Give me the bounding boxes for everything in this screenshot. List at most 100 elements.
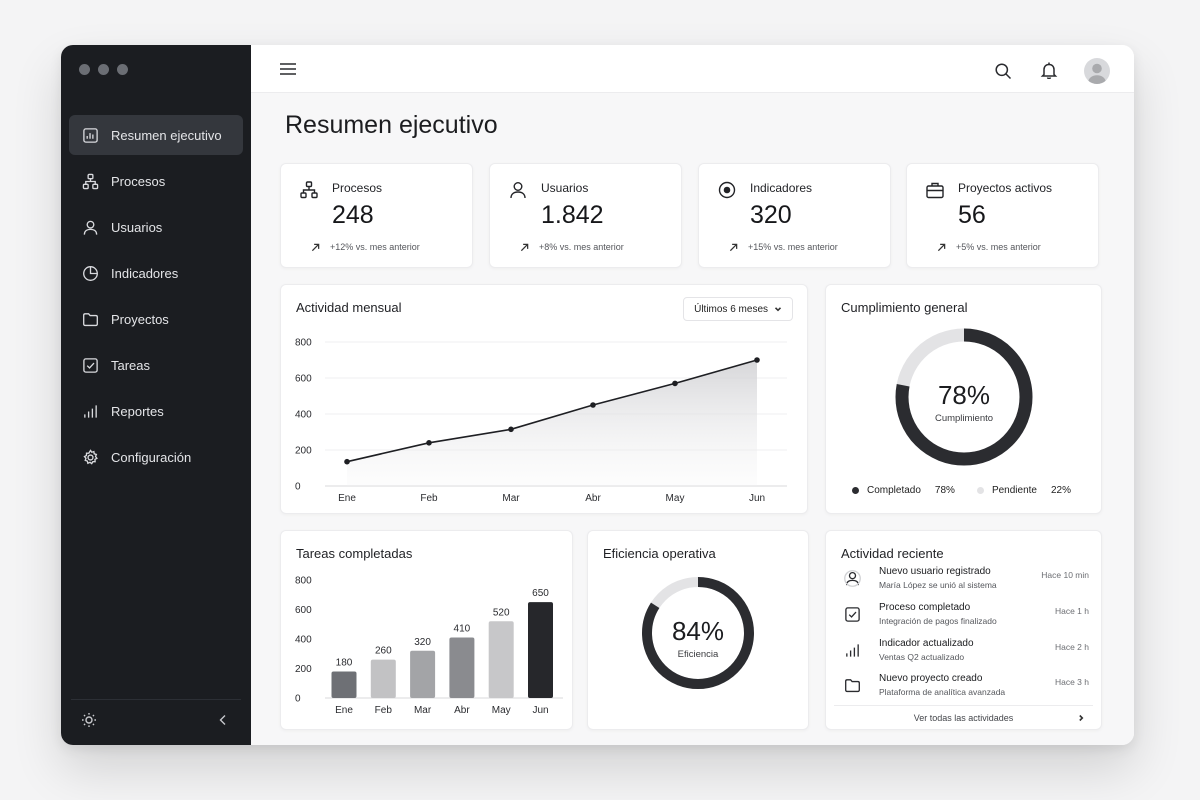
trend-up-icon (937, 243, 946, 251)
x-tick-label: Mar (502, 493, 520, 504)
sidebar-item-reportes[interactable]: Reportes (69, 391, 243, 431)
kpi-label: Indicadores (750, 181, 813, 195)
legend-item-pendiente: Pendiente 22% (976, 485, 1071, 496)
sidebar-footer (71, 699, 241, 745)
sidebar-item-configuracion[interactable]: Configuración (69, 437, 243, 477)
close-window-dot[interactable] (79, 64, 90, 75)
activity-subtitle: Integración de pagos finalizado (879, 616, 997, 626)
bar (410, 650, 436, 698)
collapse-sidebar-icon[interactable] (215, 712, 231, 733)
chevron-right-icon (1079, 714, 1084, 721)
target-icon (717, 180, 737, 200)
kpi-trend-text: +8% vs. mes anterior (539, 242, 624, 252)
x-tick-label: Feb (420, 493, 438, 504)
y-tick-label: 200 (295, 446, 312, 457)
sidebar-item-resumen-ejecutivo[interactable]: Resumen ejecutivo (69, 115, 243, 155)
network-icon (299, 180, 319, 200)
kpi-label: Procesos (332, 181, 383, 195)
legend-swatch-completado (852, 487, 859, 494)
activity-item[interactable]: Nuevo proyecto creado Plataforma de anal… (841, 673, 1089, 703)
maximize-window-dot[interactable] (117, 64, 128, 75)
bars-icon (844, 642, 862, 660)
y-tick-label: 200 (295, 664, 312, 675)
kpi-value: 320 (750, 201, 792, 229)
search-icon[interactable] (994, 62, 1012, 80)
x-tick-label: Abr (585, 493, 601, 504)
legend-label: Pendiente (991, 485, 1037, 496)
hamburger-menu-icon[interactable] (279, 61, 297, 77)
sidebar-item-label: Configuración (111, 449, 192, 465)
y-tick-label: 600 (295, 605, 312, 616)
see-all-activities-link[interactable]: Ver todas las actividades (834, 705, 1093, 729)
y-tick-label: 400 (295, 635, 312, 646)
sidebar-item-label: Proyectos (111, 311, 169, 327)
compliance-legend: Completado 78% Pendiente 22% (852, 485, 1071, 496)
trend-up-icon (729, 243, 738, 251)
sidebar-item-procesos[interactable]: Procesos (69, 161, 243, 201)
y-tick-label: 400 (295, 410, 312, 421)
kpi-value: 1.842 (541, 201, 604, 229)
y-tick-label: 0 (295, 482, 301, 493)
monthly-activity-chart: 0 200 400 600 800 Ene Feb Mar Abr May Jun (295, 338, 787, 504)
trend-up-icon (311, 243, 320, 251)
kpi-card-procesos[interactable]: Procesos 248 +12% vs. mes anterior (280, 163, 473, 268)
sidebar-item-label: Resumen ejecutivo (111, 127, 222, 143)
folder-icon (844, 677, 862, 695)
efficiency-card: Eficiencia operativa 84% Eficiencia (587, 530, 809, 730)
folder-icon (81, 310, 99, 328)
activity-title: Nuevo proyecto creado (879, 673, 983, 684)
sidebar-item-tareas[interactable]: Tareas (69, 345, 243, 385)
legend-value: 22% (1050, 485, 1071, 496)
kpi-trend: +12% vs. mes anterior (311, 242, 420, 252)
kpi-trend-text: +15% vs. mes anterior (748, 242, 838, 252)
bar (528, 602, 553, 698)
completed-tasks-chart: 0 200 400 600 800 180 Ene 260 Feb 320 Mar 410 Abr 520… (295, 576, 563, 716)
kpi-card-proyectos-activos[interactable]: Proyectos activos 56 +5% vs. mes anterio… (906, 163, 1099, 268)
card-title: Actividad reciente (841, 546, 944, 561)
x-tick-label: Ene (338, 493, 356, 504)
activity-subtitle: Ventas Q2 actualizado (879, 652, 965, 662)
bar-value-label: 260 (375, 646, 392, 657)
bar (488, 621, 514, 698)
x-tick-label: May (492, 705, 511, 716)
legend-label: Completado (867, 485, 921, 496)
kpi-label: Usuarios (541, 181, 589, 195)
x-tick-label: Abr (454, 705, 470, 716)
x-tick-label: May (666, 493, 685, 504)
kpi-card-indicadores[interactable]: Indicadores 320 +15% vs. mes anterior (698, 163, 891, 268)
see-all-label: Ver todas las actividades (913, 712, 1014, 723)
activity-item[interactable]: Proceso completado Integración de pagos … (841, 602, 1089, 632)
y-tick-label: 800 (295, 576, 312, 587)
recent-activity-card: Actividad reciente Nuevo usuario registr… (825, 530, 1102, 730)
window-controls (79, 64, 128, 75)
briefcase-icon (925, 180, 945, 200)
avatar[interactable] (1084, 58, 1110, 84)
sidebar-item-proyectos[interactable]: Proyectos (69, 299, 243, 339)
kpi-label: Proyectos activos (958, 181, 1053, 195)
series-area (347, 360, 757, 486)
bar-value-label: 520 (493, 607, 510, 618)
legend-value: 78% (934, 485, 955, 496)
data-point (426, 440, 432, 446)
bar (449, 637, 475, 698)
page-title: Resumen ejecutivo (285, 111, 498, 139)
minimize-window-dot[interactable] (98, 64, 109, 75)
data-point (344, 458, 350, 465)
bar-value-label: 320 (414, 637, 431, 648)
activity-item[interactable]: Indicador actualizado Ventas Q2 actualiz… (841, 638, 1089, 668)
activity-item[interactable]: Nuevo usuario registrado María López se … (841, 566, 1089, 596)
compliance-caption: Cumplimiento (935, 413, 993, 424)
activity-title: Proceso completado (879, 602, 971, 613)
y-tick-label: 0 (295, 694, 301, 705)
bell-icon[interactable] (1040, 61, 1058, 79)
kpi-card-usuarios[interactable]: Usuarios 1.842 +8% vs. mes anterior (489, 163, 682, 268)
activity-time: Hace 3 h (1054, 677, 1089, 687)
compliance-donut-chart: 78% Cumplimiento (895, 328, 1033, 466)
x-tick-label: Ene (335, 705, 353, 716)
x-tick-label: Mar (414, 705, 432, 716)
checkbox-icon (844, 606, 862, 624)
sidebar-item-indicadores[interactable]: Indicadores (69, 253, 243, 293)
sidebar-item-usuarios[interactable]: Usuarios (69, 207, 243, 247)
sun-icon[interactable] (81, 712, 97, 733)
app-window: Resumen ejecutivo Procesos Usuarios Indi… (61, 45, 1134, 745)
